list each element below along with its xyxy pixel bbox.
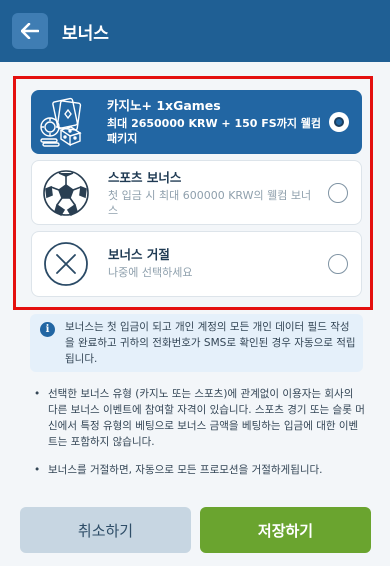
- note-item: • 선택한 보너스 유형 (카지노 또는 스포츠)에 관계없이 이용자는 회사의…: [34, 386, 366, 450]
- note-item: • 보너스를 거절하면, 자동으로 모든 프로모션을 거절하게됩니다.: [34, 462, 366, 478]
- option-casino[interactable]: 카지노+ 1xGames 최대 2650000 KRW + 150 FS까지 웰…: [31, 90, 362, 154]
- radio-selected[interactable]: [329, 112, 349, 132]
- note-text: 보너스를 거절하면, 자동으로 모든 프로모션을 거절하게됩니다.: [48, 464, 323, 476]
- bullet: •: [34, 464, 41, 476]
- radio-unselected[interactable]: [328, 254, 348, 274]
- info-box: i 보너스는 첫 입금이 되고 개인 계정의 모든 개인 데이터 필드 작성을 …: [30, 314, 363, 372]
- option-description: 첫 입금 시 최대 600000 KRW의 웰컴 보너스: [108, 189, 312, 217]
- option-title: 보너스 거절: [108, 247, 170, 262]
- back-button[interactable]: [12, 13, 48, 49]
- option-title: 스포츠 보너스: [108, 170, 182, 185]
- casino-cards-dice-icon: [39, 96, 91, 148]
- save-button[interactable]: 저장하기: [200, 507, 371, 553]
- cancel-button[interactable]: 취소하기: [20, 507, 191, 553]
- x-circle-icon: [40, 238, 92, 290]
- option-sports[interactable]: 스포츠 보너스 첫 입금 시 최대 600000 KRW의 웰컴 보너스: [31, 160, 362, 225]
- page-title: 보너스: [62, 24, 109, 44]
- radio-unselected[interactable]: [328, 182, 348, 203]
- option-description: 최대 2650000 KRW + 150 FS까지 웰컴 패키지: [107, 117, 322, 145]
- soccer-ball-icon: [40, 167, 92, 219]
- bullet: •: [34, 388, 41, 400]
- option-refuse[interactable]: 보너스 거절 나중에 선택하세요: [31, 231, 362, 297]
- option-description: 나중에 선택하세요: [108, 266, 193, 279]
- option-title: 카지노+ 1xGames: [107, 98, 221, 113]
- info-text: 보너스는 첫 입금이 되고 개인 계정의 모든 개인 데이터 필드 작성을 완료…: [65, 321, 356, 365]
- note-text: 선택한 보너스 유형 (카지노 또는 스포츠)에 관계없이 이용자는 회사의 다…: [48, 388, 365, 448]
- header-bar: 보너스: [0, 0, 390, 62]
- arrow-left-icon: [21, 23, 39, 39]
- info-icon: i: [40, 322, 55, 337]
